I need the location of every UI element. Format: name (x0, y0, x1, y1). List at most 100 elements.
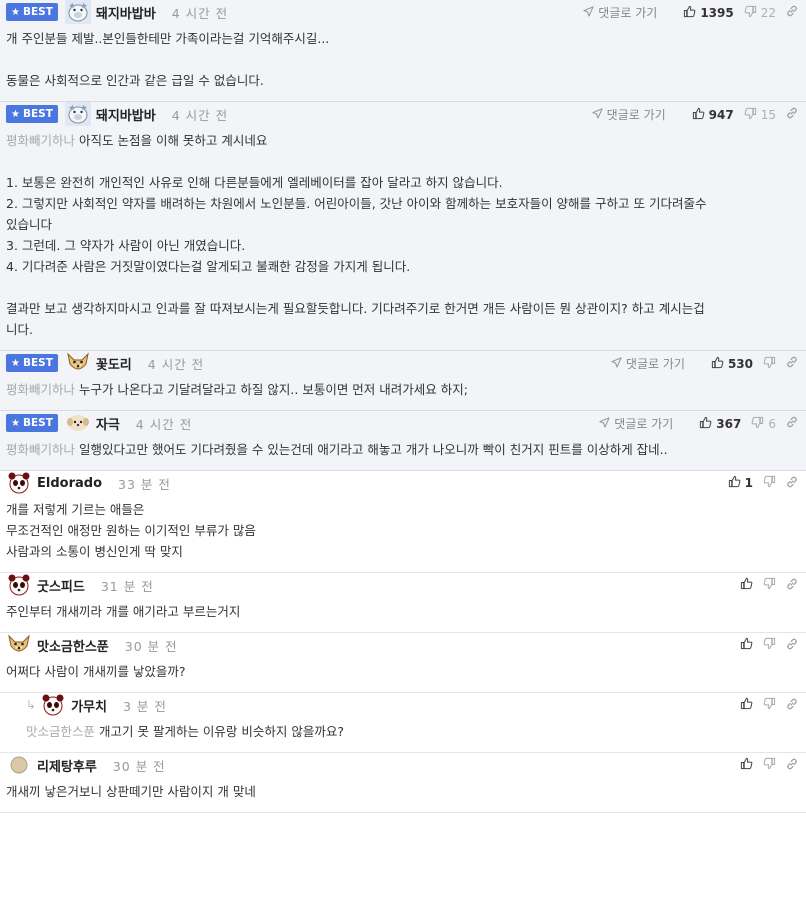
thumbs-up-icon (692, 107, 705, 123)
avatar[interactable] (6, 573, 32, 597)
send-icon (583, 5, 598, 20)
downvote-button[interactable]: 15 (744, 107, 776, 123)
upvote-button[interactable] (740, 757, 753, 773)
mention-user[interactable]: 평화빼기하나 (6, 382, 75, 397)
downvote-button[interactable] (763, 697, 776, 713)
thumbs-down-icon (744, 107, 757, 123)
comment-line (6, 49, 800, 70)
timestamp: 4 시간 전 (147, 356, 205, 372)
comment-line (6, 151, 800, 172)
share-link-button[interactable] (786, 758, 798, 773)
comment-header: 리제탕후루 30 분 전 (0, 753, 806, 777)
best-label: BEST (22, 108, 53, 120)
timestamp: 30 분 전 (112, 758, 166, 774)
avatar[interactable] (64, 102, 91, 126)
downvote-button[interactable] (763, 356, 776, 372)
goto-comment-button[interactable]: 댓글로 가기 (583, 4, 657, 21)
avatar[interactable] (40, 693, 66, 717)
upvote-button[interactable]: 367 (699, 416, 741, 432)
upvote-button[interactable]: 1 (728, 475, 753, 491)
dog-icon (65, 351, 91, 375)
goto-comment-button[interactable]: 댓글로 가기 (599, 415, 673, 432)
mention-user[interactable]: 평화빼기하나 (6, 133, 75, 148)
downvote-button[interactable] (763, 475, 776, 491)
avatar[interactable] (65, 351, 91, 375)
star-icon: ★ (11, 6, 20, 18)
send-arrow-icon (583, 5, 594, 17)
comment-actions (730, 757, 798, 773)
star-icon: ★ (11, 357, 20, 369)
share-link-button[interactable] (786, 5, 798, 20)
share-link-button[interactable] (786, 638, 798, 653)
puppy-icon (65, 411, 91, 435)
author-nickname[interactable]: 굿스피드 (37, 576, 85, 595)
comment-line (6, 277, 800, 298)
timestamp: 4 시간 전 (135, 416, 193, 432)
upvote-button[interactable]: 947 (692, 107, 734, 123)
share-link-button[interactable] (786, 698, 798, 713)
avatar[interactable] (6, 633, 32, 657)
avatar[interactable] (65, 411, 91, 435)
author-nickname[interactable]: 맛소금한스푼 (37, 636, 109, 655)
panda-icon (6, 471, 32, 495)
best-comment: ★ BEST 돼지바밥바 4 시간 전 댓글로 가기 1395 22 개 주인분들 제발..본… (0, 0, 806, 102)
author-nickname[interactable]: 리제탕후루 (37, 756, 97, 775)
avatar[interactable] (64, 0, 91, 24)
comment-text: 니다. (6, 322, 33, 337)
upvote-button[interactable] (740, 697, 753, 713)
comment-body: 평화빼기하나 일행있다고만 했어도 기다려줬을 수 있는건데 애기라고 해놓고 개… (0, 435, 806, 470)
comment-text: 어쩌다 사람이 개새끼를 낳았을까? (6, 664, 186, 679)
author-nickname[interactable]: 돼지바밥바 (96, 105, 156, 124)
circle-icon (6, 753, 32, 777)
share-link-button[interactable] (786, 107, 798, 122)
share-link-button[interactable] (786, 476, 798, 491)
send-arrow-icon (599, 416, 610, 428)
avatar[interactable] (6, 753, 32, 777)
avatar[interactable] (6, 471, 32, 495)
author-nickname[interactable]: 꽃도리 (96, 354, 132, 373)
author-nickname[interactable]: 돼지바밥바 (96, 3, 156, 22)
downvote-button[interactable] (763, 577, 776, 593)
comment-header: Eldorado 33 분 전 (0, 471, 806, 495)
star-icon: ★ (11, 417, 20, 429)
panda-icon (40, 693, 66, 717)
goto-comment-button[interactable]: 댓글로 가기 (592, 106, 666, 123)
comment-text: 1. 보통은 완전히 개인적인 사유로 인해 다른분들에게 엘레베이터를 잡아 … (6, 175, 503, 190)
author-nickname[interactable]: 가무치 (71, 696, 107, 715)
upvote-button[interactable]: 1395 (683, 5, 734, 21)
comment-line: 결과만 보고 생각하지마시고 인과를 잘 따져보시는게 필요할듯합니다. 기다려… (6, 298, 800, 319)
downvote-button[interactable] (763, 757, 776, 773)
best-badge: ★ BEST (6, 3, 58, 21)
comment: 맛소금한스푼 30 분 전 어쩌다 사람이 개새끼를 낳았을까? (0, 633, 806, 693)
mention-user[interactable]: 평화빼기하나 (6, 442, 75, 457)
upvote-button[interactable] (740, 637, 753, 653)
link-icon (786, 758, 798, 773)
thumbs-up-icon (683, 5, 696, 21)
comment-text: 주인부터 개새끼라 개를 애기라고 부르는거지 (6, 604, 241, 619)
best-comment: ★ BEST 꽃도리 4 시간 전 댓글로 가기 530 평화빼기하나 누구가 나온다고 기달… (0, 351, 806, 411)
share-link-button[interactable] (786, 416, 798, 431)
thumbs-up-icon (699, 416, 712, 432)
author-nickname[interactable]: Eldorado (37, 476, 102, 491)
comment: Eldorado 33 분 전 1 개를 저렇게 기르는 애들은 무조건적인 애정만 원… (0, 471, 806, 573)
comment-line: 동물은 사회적으로 인간과 같은 급일 수 없습니다. (6, 70, 800, 91)
thumbs-down-icon (763, 577, 776, 593)
upvote-count: 947 (708, 107, 734, 122)
downvote-button[interactable]: 6 (751, 416, 776, 432)
mention-user[interactable]: 맛소금한스푼 (26, 724, 95, 739)
upvote-button[interactable]: 530 (711, 356, 753, 372)
link-icon (786, 107, 798, 122)
downvote-button[interactable] (763, 637, 776, 653)
author-nickname[interactable]: 자극 (96, 414, 120, 433)
upvote-button[interactable] (740, 577, 753, 593)
share-link-button[interactable] (786, 356, 798, 371)
goto-comment-label: 댓글로 가기 (614, 417, 674, 431)
goto-comment-button[interactable]: 댓글로 가기 (611, 355, 685, 372)
thumbs-down-icon (763, 757, 776, 773)
comment-text: 4. 기다려준 사람은 거짓말이였다는걸 알게되고 불쾌한 감정을 가지게 됩니… (6, 259, 411, 274)
comment-text: 개 주인분들 제발..본인들한테만 가족이라는걸 기억해주시길... (6, 31, 330, 46)
comment-text: 아직도 논점을 이해 못하고 계시네요 (79, 133, 268, 148)
share-link-button[interactable] (786, 578, 798, 593)
downvote-button[interactable]: 22 (744, 5, 776, 21)
comment-text: 2. 그렇지만 사회적인 약자를 배려하는 차원에서 노인분들. 어린아이들, … (6, 196, 707, 211)
